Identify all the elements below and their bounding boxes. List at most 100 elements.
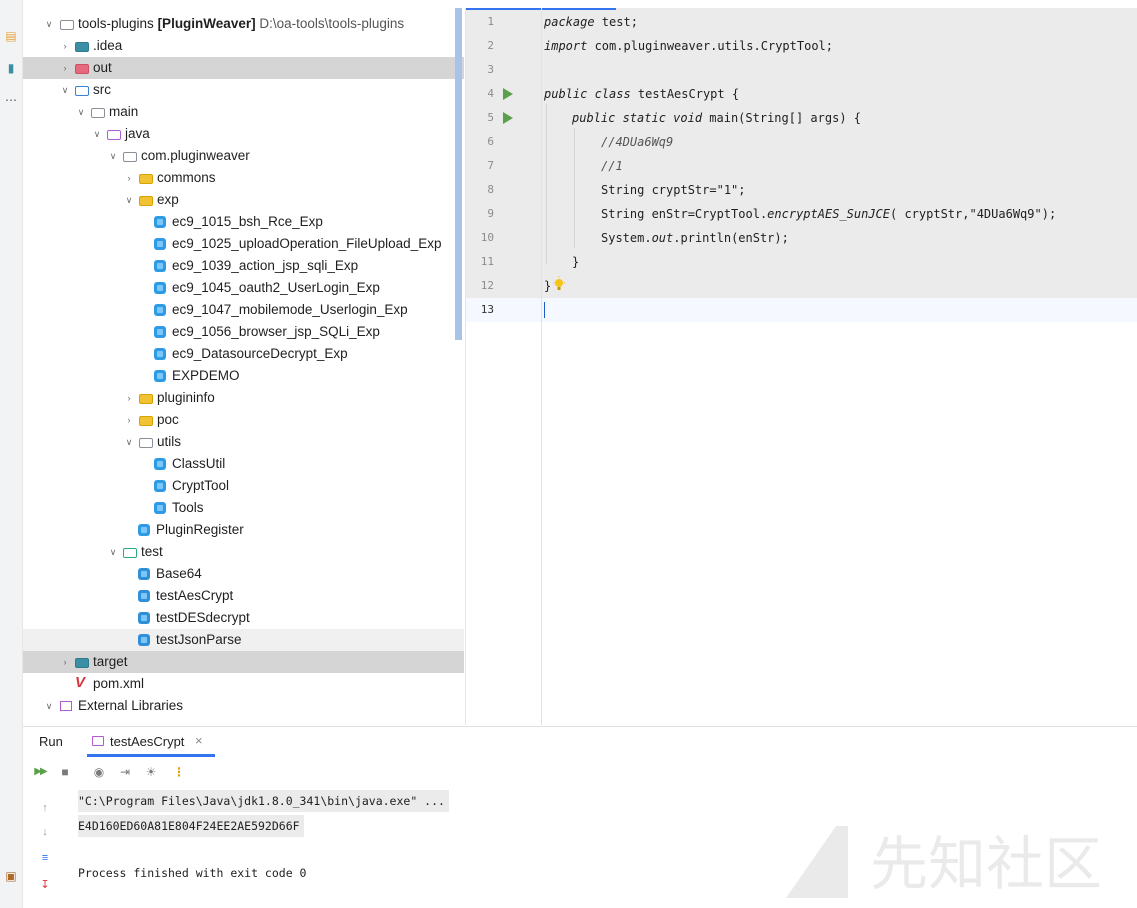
tree-node-test[interactable]: ∨ test [23, 541, 464, 563]
chevron-down-icon[interactable]: ∨ [123, 431, 135, 453]
run-config-icon [92, 736, 104, 746]
structure-icon[interactable]: ▤ [3, 28, 19, 44]
tree-node-class[interactable]: testJsonParse [23, 629, 464, 651]
tree-label: External Libraries [78, 698, 184, 713]
tree-node-poc[interactable]: › poc [23, 409, 464, 431]
chevron-right-icon[interactable]: › [123, 167, 135, 189]
tree-label: com.pluginweaver [141, 148, 250, 163]
tree-node-class[interactable]: CryptTool [23, 475, 464, 497]
tree-node-external-libraries[interactable]: ∨ External Libraries [23, 695, 464, 717]
tree-label: poc [157, 412, 179, 427]
chevron-down-icon[interactable]: ∨ [107, 541, 119, 563]
tree-node-class[interactable]: ec9_1039_action_jsp_sqli_Exp [23, 255, 464, 277]
tree-node-exp[interactable]: ∨ exp [23, 189, 464, 211]
class-icon [154, 304, 166, 316]
tree-label: exp [157, 192, 179, 207]
chevron-right-icon[interactable]: › [59, 651, 71, 673]
code-line-12: } [544, 279, 552, 293]
soft-wrap-icon[interactable]: ≡ [38, 852, 52, 866]
code-editor[interactable]: 1 2 3 4 5 6 7 8 9 10 11 12 13 package te… [465, 8, 1137, 725]
chevron-right-icon[interactable]: › [59, 35, 71, 57]
rerun-icon[interactable]: ▶▶ [32, 764, 48, 780]
scroll-down-icon[interactable]: ↓ [38, 826, 52, 840]
tree-label: ec9_1045_oauth2_UserLogin_Exp [172, 280, 380, 295]
console-line: E4D160ED60A81E804F24EE2AE592D66F [78, 815, 304, 837]
services-icon[interactable]: ▣ [3, 868, 19, 884]
tree-label: ec9_1047_mobilemode_Userlogin_Exp [172, 302, 408, 317]
tree-node-class[interactable]: ClassUtil [23, 453, 464, 475]
tree-node-class[interactable]: testAesCrypt [23, 585, 464, 607]
tree-node-class[interactable]: ec9_1056_browser_jsp_SQLi_Exp [23, 321, 464, 343]
class-icon [154, 260, 166, 272]
tree-node-class[interactable]: ec9_1047_mobilemode_Userlogin_Exp [23, 299, 464, 321]
tree-node-class[interactable]: ec9_1045_oauth2_UserLogin_Exp [23, 277, 464, 299]
tree-label: out [93, 60, 112, 75]
package-icon [139, 174, 153, 184]
tree-label: target [93, 654, 128, 669]
run-gutter-icon[interactable] [503, 112, 513, 124]
tree-node-pom[interactable]: V pom.xml [23, 673, 464, 695]
tree-node-utils[interactable]: ∨ utils [23, 431, 464, 453]
more-tools-icon[interactable]: ⋯ [3, 92, 19, 108]
lightbulb-icon[interactable] [552, 276, 566, 292]
bookmarks-icon[interactable]: ▮ [3, 60, 19, 76]
tree-node-class[interactable]: Tools [23, 497, 464, 519]
camera-icon[interactable]: ◉ [91, 764, 107, 780]
tree-node-src[interactable]: ∨ src [23, 79, 464, 101]
chevron-down-icon[interactable]: ∨ [59, 79, 71, 101]
tree-node-class[interactable]: Base64 [23, 563, 464, 585]
tree-node-java[interactable]: ∨ java [23, 123, 464, 145]
chevron-right-icon[interactable]: › [59, 57, 71, 79]
chevron-right-icon[interactable]: › [123, 387, 135, 409]
close-icon[interactable]: × [195, 733, 203, 748]
chevron-down-icon[interactable]: ∨ [43, 695, 55, 717]
class-icon [154, 458, 166, 470]
tree-node-target[interactable]: › target [23, 651, 464, 673]
tree-node-root[interactable]: ∨ tools-plugins [PluginWeaver] D:\oa-too… [23, 13, 464, 35]
test-class-icon [138, 634, 150, 646]
chevron-down-icon[interactable]: ∨ [91, 123, 103, 145]
settings-icon[interactable]: ☀ [143, 764, 159, 780]
chevron-down-icon[interactable]: ∨ [43, 13, 55, 35]
code-line-10: System.out.println(enStr); [601, 231, 789, 245]
class-icon [154, 238, 166, 250]
tree-node-com-pluginweaver[interactable]: ∨ com.pluginweaver [23, 145, 464, 167]
chevron-down-icon[interactable]: ∨ [75, 101, 87, 123]
code-line-5: public static void main(String[] args) { [572, 111, 861, 125]
module-folder-icon [60, 20, 74, 30]
code-line-11: } [572, 255, 580, 269]
tree-label: ec9_1056_browser_jsp_SQLi_Exp [172, 324, 380, 339]
class-icon [154, 370, 166, 382]
tree-node-class[interactable]: ec9_1015_bsh_Rce_Exp [23, 211, 464, 233]
tree-scrollbar[interactable] [455, 8, 462, 340]
line-number: 4 [487, 87, 494, 100]
chevron-down-icon[interactable]: ∨ [123, 189, 135, 211]
library-icon [60, 701, 72, 711]
scroll-to-end-icon[interactable]: ↧ [38, 878, 52, 892]
scroll-up-icon[interactable]: ↑ [38, 802, 52, 816]
tree-label: test [141, 544, 163, 559]
tree-node-class[interactable]: EXPDEMO [23, 365, 464, 387]
left-tool-strip: ▤ ▮ ⋯ ▣ [0, 0, 23, 908]
stop-icon[interactable]: ■ [57, 764, 73, 780]
tree-node-out[interactable]: › out [23, 57, 464, 79]
tree-node-commons[interactable]: › commons [23, 167, 464, 189]
tree-node-class[interactable]: ec9_DatasourceDecrypt_Exp [23, 343, 464, 365]
tree-node-class[interactable]: testDESdecrypt [23, 607, 464, 629]
chevron-right-icon[interactable]: › [123, 409, 135, 431]
tree-node-class[interactable]: PluginRegister [23, 519, 464, 541]
line-number: 9 [487, 207, 494, 220]
test-class-icon [138, 590, 150, 602]
exit-icon[interactable]: ⇥ [117, 764, 133, 780]
tree-node-plugininfo[interactable]: › plugininfo [23, 387, 464, 409]
tab-testAesCrypt[interactable]: testAesCrypt × [87, 727, 215, 757]
run-panel-header: Run testAesCrypt × [23, 726, 1137, 757]
more-options-icon[interactable]: ⋮ [171, 764, 187, 780]
tree-node-class[interactable]: ec9_1025_uploadOperation_FileUpload_Exp [23, 233, 464, 255]
code-line-8: String cryptStr="1"; [601, 183, 746, 197]
source-folder-icon [75, 86, 89, 96]
tree-node-idea[interactable]: › .idea [23, 35, 464, 57]
chevron-down-icon[interactable]: ∨ [107, 145, 119, 167]
tree-node-main[interactable]: ∨ main [23, 101, 464, 123]
run-gutter-icon[interactable] [503, 88, 513, 100]
